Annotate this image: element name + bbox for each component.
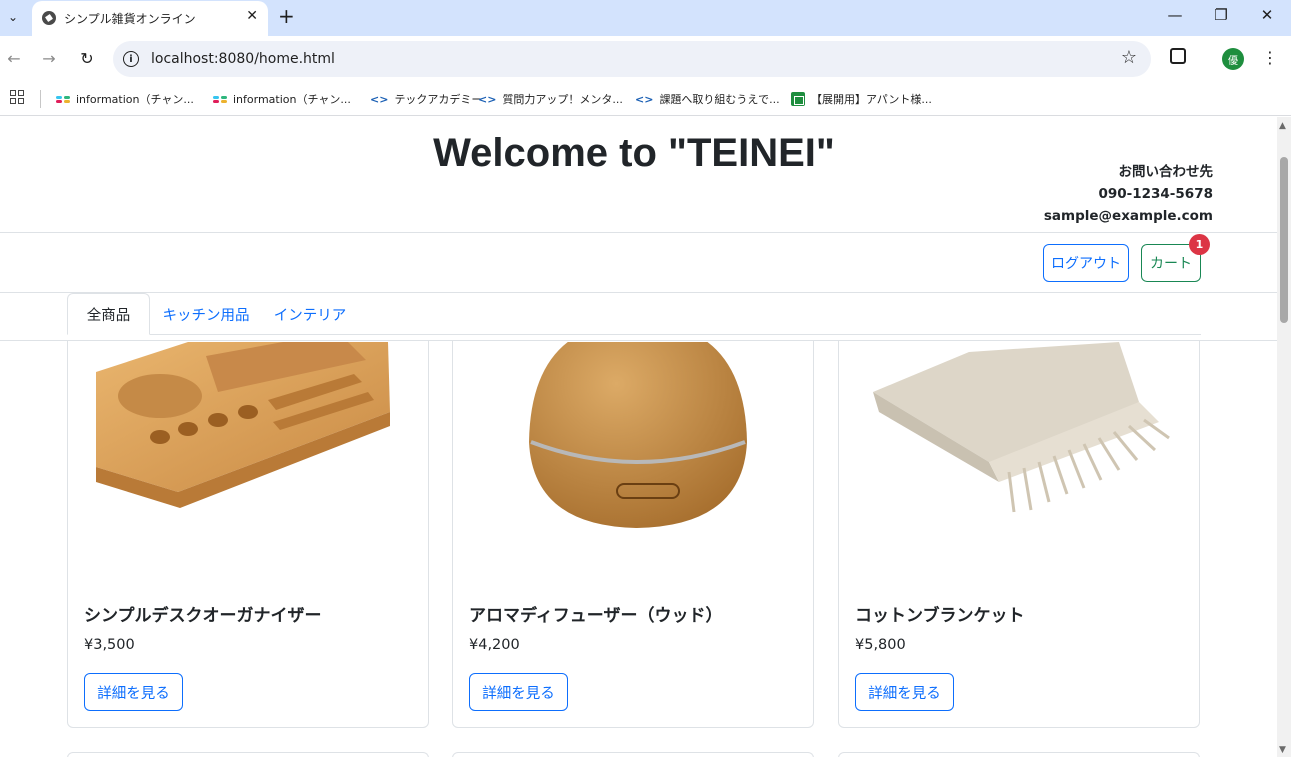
url-text[interactable]: localhost:8080/home.html	[151, 51, 335, 67]
product-name: アロマディフューザー（ウッド）	[469, 606, 723, 626]
bookmark-item[interactable]: 【展開用】アパント様...	[791, 91, 932, 107]
bookmark-item[interactable]: <> 質問力アップ！メンタ...	[478, 91, 623, 107]
code-icon: <>	[370, 92, 389, 106]
scrollbar-thumb[interactable]	[1280, 157, 1288, 323]
product-card-partial	[838, 752, 1200, 757]
divider	[0, 232, 1277, 233]
site-info-icon[interactable]: i	[123, 51, 139, 67]
address-bar[interactable]: i localhost:8080/home.html ☆	[113, 41, 1151, 77]
contact-email: sample@example.com	[1043, 208, 1213, 224]
bookmark-label: information（チャン...	[76, 93, 194, 106]
code-icon: <>	[478, 92, 497, 106]
back-icon[interactable]: ←	[3, 49, 25, 68]
tab-kitchen[interactable]: キッチン用品	[150, 293, 262, 335]
window-close-icon[interactable]: ✕	[1252, 6, 1282, 24]
product-name: シンプルデスクオーガナイザー	[84, 606, 322, 626]
product-price: ¥5,800	[855, 637, 906, 653]
page-viewport: Welcome to "TEINEI" お問い合わせ先 090-1234-567…	[0, 117, 1277, 757]
globe-icon	[42, 11, 56, 25]
product-name: コットンブランケット	[855, 606, 1025, 626]
tab-all-products[interactable]: 全商品	[67, 293, 150, 335]
bookmark-item[interactable]: information（チャン...	[56, 91, 194, 107]
extensions-icon[interactable]	[1170, 48, 1186, 64]
product-price: ¥4,200	[469, 637, 520, 653]
code-icon: <>	[635, 92, 654, 106]
divider	[0, 340, 1277, 341]
product-card: アロマディフューザー（ウッド） ¥4,200 詳細を見る	[452, 317, 814, 728]
tab-search-icon[interactable]: ⌄	[0, 3, 26, 31]
cart-count-badge: 1	[1189, 234, 1210, 255]
apps-grid-icon[interactable]	[10, 90, 24, 104]
product-image-cotton-blanket	[839, 342, 1199, 582]
product-card-partial	[67, 752, 429, 757]
new-tab-icon[interactable]: +	[278, 4, 295, 28]
bookmark-label: 質問力アップ！メンタ...	[502, 93, 623, 106]
product-card: シンプルデスクオーガナイザー ¥3,500 詳細を見る	[67, 317, 429, 728]
menu-kebab-icon[interactable]: ⋮	[1262, 48, 1278, 67]
product-image-aroma-diffuser	[453, 342, 813, 582]
contact-phone: 090-1234-5678	[1098, 186, 1213, 202]
bookmark-star-icon[interactable]: ☆	[1121, 47, 1137, 68]
bookmarks-separator	[40, 90, 41, 108]
forward-icon[interactable]: →	[38, 49, 60, 68]
bookmark-label: information（チャン...	[233, 93, 351, 106]
view-details-button[interactable]: 詳細を見る	[855, 673, 954, 711]
tab-interior[interactable]: インテリア	[264, 293, 356, 335]
scroll-up-icon[interactable]: ▲	[1279, 121, 1286, 131]
browser-tab[interactable]: シンプル雑貨オンライン ✕	[32, 1, 268, 36]
close-tab-icon[interactable]: ✕	[246, 8, 258, 24]
page-scrollbar[interactable]: ▲ ▼	[1277, 117, 1291, 757]
contact-label: お問い合わせ先	[1118, 164, 1214, 180]
reload-icon[interactable]: ↻	[76, 49, 98, 68]
bookmark-item[interactable]: <> テックアカデミー	[370, 91, 482, 107]
product-card-partial	[452, 752, 814, 757]
product-card: コットンブランケット ¥5,800 詳細を見る	[838, 317, 1200, 728]
bookmark-item[interactable]: <> 課題へ取り組むうえで...	[635, 91, 780, 107]
view-details-button[interactable]: 詳細を見る	[469, 673, 568, 711]
product-image-desk-organizer	[68, 342, 428, 582]
slack-icon	[56, 92, 70, 106]
browser-toolbar: ← → ↻ i localhost:8080/home.html ☆ 優 ⋮	[0, 36, 1291, 82]
bookmark-label: テックアカデミー	[394, 93, 483, 106]
bookmarks-bar: information（チャン... information（チャン... <>…	[0, 82, 1291, 116]
logout-button[interactable]: ログアウト	[1043, 244, 1129, 282]
restore-icon[interactable]: ❐	[1206, 6, 1236, 24]
minimize-icon[interactable]: —	[1160, 6, 1190, 24]
browser-tab-strip: ⌄ シンプル雑貨オンライン ✕ + — ❐ ✕	[0, 0, 1291, 36]
slack-icon	[213, 92, 227, 106]
bookmark-label: 課題へ取り組むうえで...	[659, 93, 780, 106]
scroll-down-icon[interactable]: ▼	[1279, 745, 1286, 755]
tab-title: シンプル雑貨オンライン	[64, 12, 196, 26]
bookmark-item[interactable]: information（チャン...	[213, 91, 351, 107]
view-details-button[interactable]: 詳細を見る	[84, 673, 183, 711]
bookmark-label: 【展開用】アパント様...	[811, 93, 932, 106]
contact-info: お問い合わせ先 090-1234-5678 sample@example.com	[1044, 161, 1213, 227]
sheets-icon	[791, 92, 805, 106]
product-price: ¥3,500	[84, 637, 135, 653]
profile-avatar[interactable]: 優	[1222, 48, 1244, 70]
